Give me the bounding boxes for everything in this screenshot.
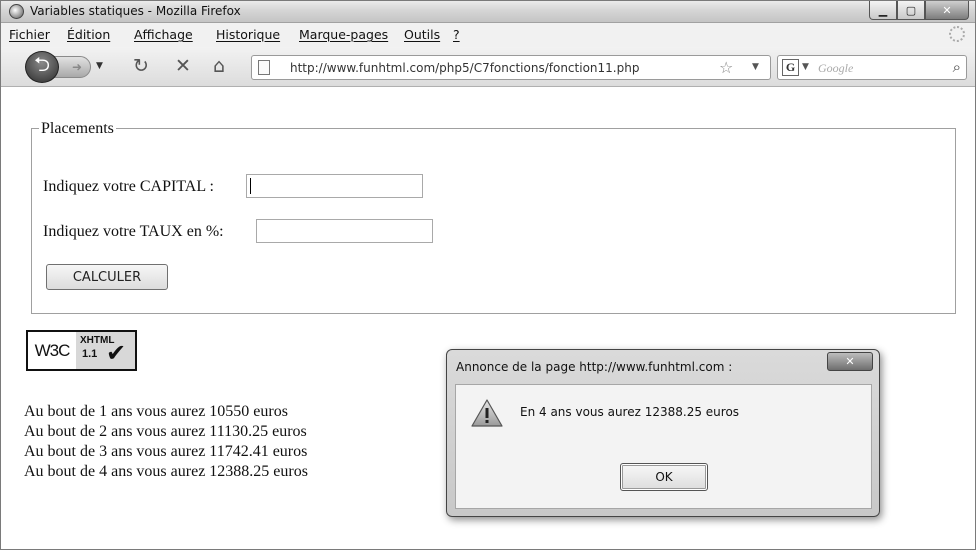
back-icon: ⮌ (33, 52, 51, 76)
dialog-body: En 4 ans vous aurez 12388.25 euros OK (455, 384, 872, 509)
stop-icon[interactable]: ✕ (175, 55, 191, 77)
navigation-toolbar: ➜ ⮌ ▼ ↻ ✕ ⌂ http://www.funhtml.com/php5/… (1, 47, 975, 87)
menu-affichage[interactable]: Affichage (134, 27, 193, 42)
placements-fieldset (31, 128, 956, 314)
results-list: Au bout de 1 ans vous aurez 10550 euros … (24, 402, 308, 482)
xhtml-version: 1.1 (82, 348, 98, 360)
calculer-button[interactable]: CALCULER (46, 264, 168, 290)
search-engine-icon[interactable]: G (782, 59, 799, 76)
taux-label: Indiquez votre TAUX en %: (43, 223, 224, 240)
result-line: Au bout de 2 ans vous aurez 11130.25 eur… (24, 423, 307, 440)
history-dropdown-icon[interactable]: ▼ (96, 61, 103, 71)
minimize-button[interactable]: ▁ (869, 1, 897, 20)
throbber-icon (949, 26, 965, 42)
search-placeholder: Google (818, 61, 854, 75)
url-text: http://www.funhtml.com/php5/C7fonctions/… (290, 61, 640, 75)
bookmark-star-icon[interactable]: ☆ (719, 58, 733, 77)
result-line: Au bout de 4 ans vous aurez 12388.25 eur… (24, 463, 308, 480)
dialog-close-button[interactable]: ✕ (827, 352, 873, 371)
url-dropdown-icon[interactable]: ▼ (752, 62, 759, 72)
window-title: Variables statiques - Mozilla Firefox (30, 4, 241, 18)
title-bar: Variables statiques - Mozilla Firefox ▁ … (1, 1, 975, 23)
text-caret (250, 178, 251, 194)
ok-button[interactable]: OK (620, 463, 708, 491)
home-icon[interactable]: ⌂ (213, 55, 225, 77)
forward-icon: ➜ (71, 60, 82, 74)
capital-label: Indiquez votre CAPITAL : (43, 178, 214, 195)
taux-input[interactable] (256, 219, 433, 243)
url-bar[interactable]: http://www.funhtml.com/php5/C7fonctions/… (251, 55, 771, 80)
browser-window: Variables statiques - Mozilla Firefox ▁ … (0, 0, 976, 550)
alert-dialog: Annonce de la page http://www.funhtml.co… (446, 349, 880, 517)
search-bar[interactable]: G ▼ Google ⌕ (777, 55, 967, 80)
firefox-icon (9, 4, 24, 19)
fieldset-legend: Placements (39, 120, 116, 138)
menu-bar: Fichier Édition Affichage Historique Mar… (1, 23, 975, 47)
search-icon[interactable]: ⌕ (953, 58, 961, 76)
menu-help[interactable]: ? (453, 27, 460, 42)
menu-historique[interactable]: Historique (216, 27, 280, 42)
capital-input[interactable] (246, 174, 423, 198)
menu-fichier[interactable]: Fichier (9, 27, 50, 42)
menu-marque-pages[interactable]: Marque-pages (299, 27, 388, 42)
result-line: Au bout de 3 ans vous aurez 11742.41 eur… (24, 443, 308, 460)
dialog-title: Annonce de la page http://www.funhtml.co… (456, 360, 733, 374)
page-icon (258, 60, 270, 75)
search-engine-dropdown-icon[interactable]: ▼ (802, 62, 809, 72)
reload-icon[interactable]: ↻ (133, 55, 149, 77)
menu-outils[interactable]: Outils (404, 27, 440, 42)
maximize-button[interactable]: ▢ (897, 1, 925, 20)
close-button[interactable]: ✕ (925, 1, 969, 20)
dialog-message: En 4 ans vous aurez 12388.25 euros (520, 405, 740, 419)
w3c-xhtml-badge[interactable]: W3C XHTML 1.1 ✔ (26, 330, 137, 371)
w3c-logo: W3C (34, 340, 71, 360)
menu-edition[interactable]: Édition (67, 27, 110, 42)
back-button[interactable]: ⮌ (25, 51, 59, 83)
xhtml-box: XHTML 1.1 ✔ (76, 332, 135, 369)
window-controls: ▁ ▢ ✕ (869, 1, 969, 21)
result-line: Au bout de 1 ans vous aurez 10550 euros (24, 403, 288, 420)
warning-icon (470, 398, 504, 432)
checkmark-icon: ✔ (106, 341, 127, 367)
